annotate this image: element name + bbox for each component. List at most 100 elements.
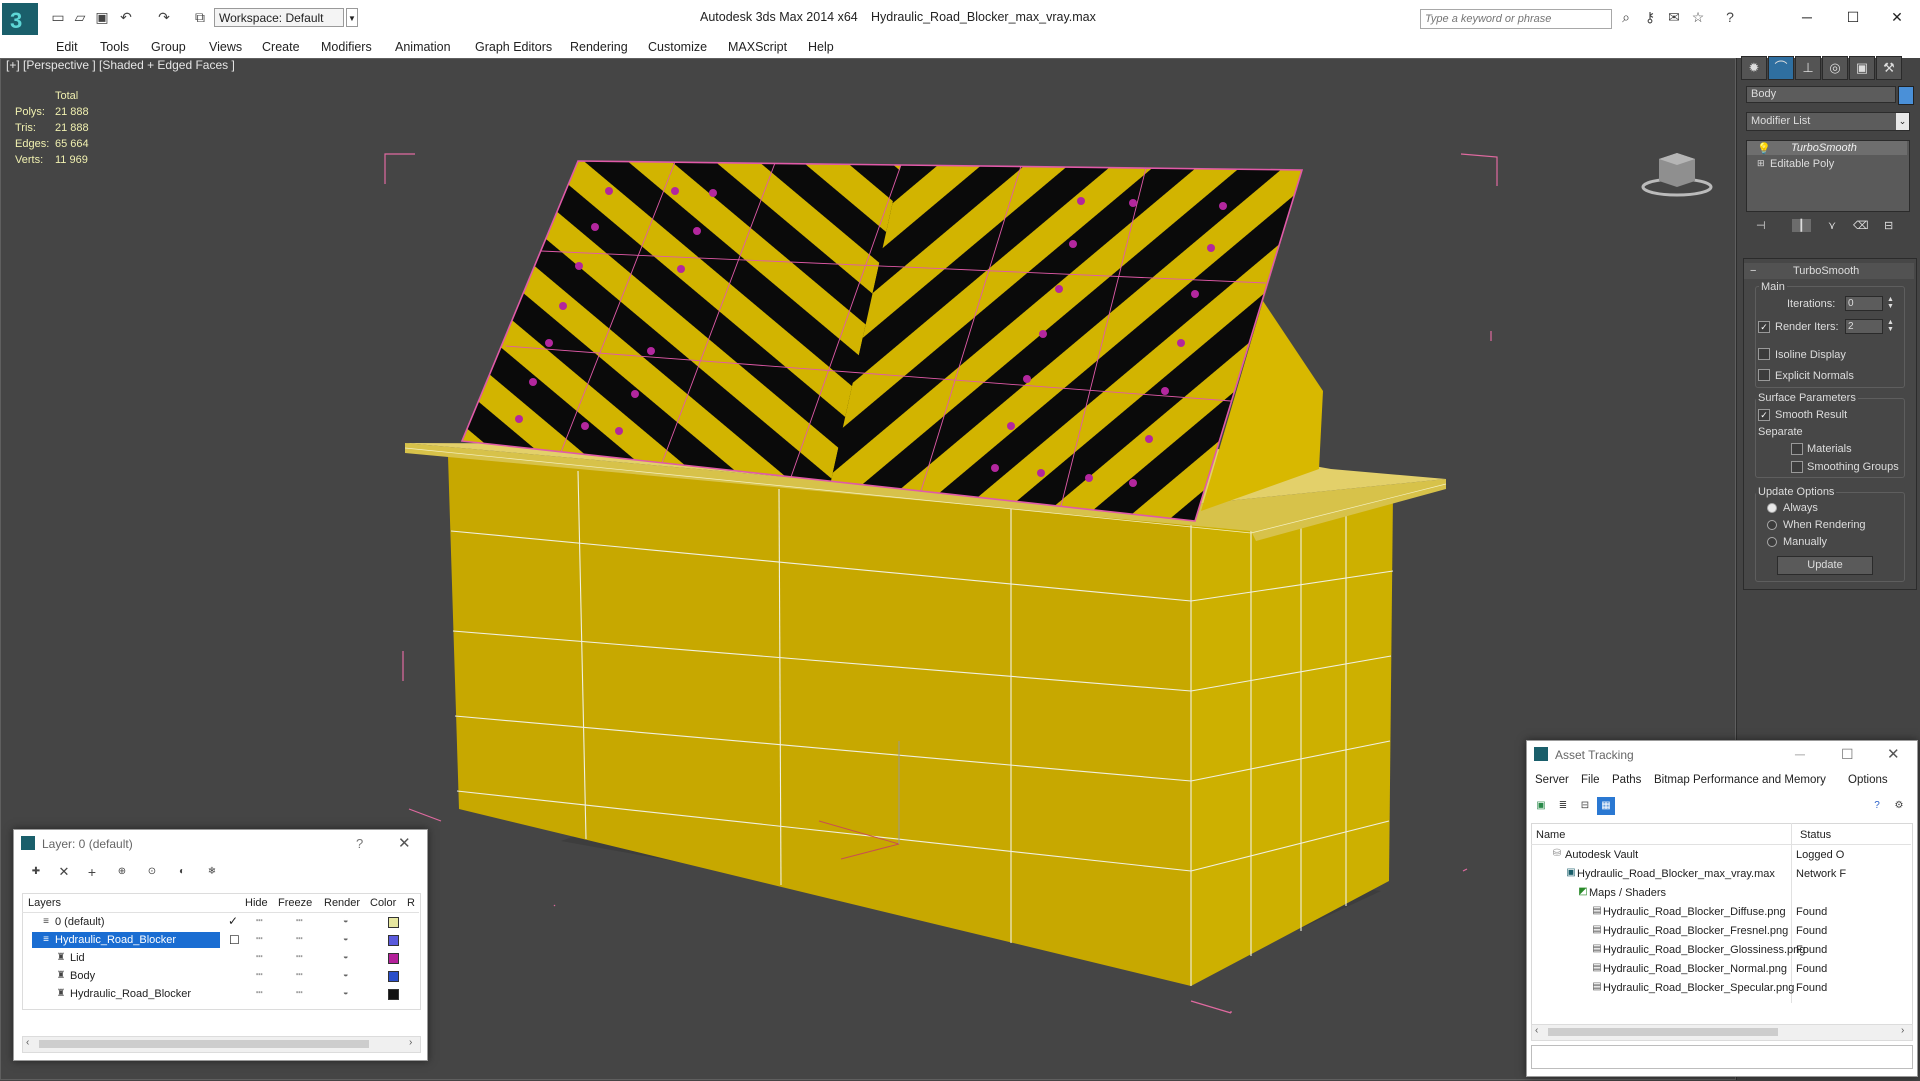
create-layer-icon[interactable]: ✚ — [30, 866, 42, 878]
infocenter-binoculars-icon[interactable]: ⌕ — [1618, 9, 1634, 25]
hide-toggle[interactable]: ┅ — [256, 914, 263, 927]
hide-toggle[interactable]: ┅ — [256, 932, 263, 945]
iterations-spin-arrows-icon[interactable]: ▲ ▼ — [1887, 296, 1894, 310]
asset-row[interactable]: ⛁ Autodesk Vault Logged O — [1531, 845, 1911, 864]
freeze-toggle[interactable]: ┅ — [296, 968, 303, 981]
hide-all-layers-icon[interactable]: ◐ — [176, 866, 188, 878]
freeze-toggle[interactable]: ┅ — [296, 986, 303, 999]
motion-tab-icon[interactable]: ◎ — [1822, 56, 1848, 80]
minimize-button[interactable]: ─ — [1784, 4, 1830, 30]
stack-item-turbosmooth[interactable]: TurboSmooth — [1791, 142, 1857, 154]
configure-sets-icon[interactable]: ⊟ — [1884, 219, 1893, 232]
hide-toggle[interactable]: ┅ — [256, 950, 263, 963]
menu-views[interactable]: Views — [209, 40, 242, 54]
render-teapot-icon[interactable]: ◒ — [343, 933, 348, 943]
col-hide[interactable]: Hide — [245, 897, 268, 909]
smoothing-groups-checkbox[interactable] — [1791, 461, 1803, 473]
asset-menu-file[interactable]: File — [1581, 774, 1600, 786]
app-logo-icon[interactable]: 3 — [2, 3, 38, 35]
col-render[interactable]: Render — [324, 897, 360, 909]
always-radio[interactable] — [1767, 503, 1777, 513]
pin-stack-icon[interactable]: ⊣ — [1756, 219, 1766, 232]
modifier-list-dropdown[interactable]: Modifier List — [1746, 112, 1910, 131]
modify-tab-icon[interactable]: ⌒ — [1768, 56, 1794, 80]
layer-color-swatch[interactable] — [388, 953, 399, 964]
light-bulb-icon[interactable]: 💡 — [1757, 142, 1771, 155]
menu-customize[interactable]: Customize — [648, 40, 707, 54]
rollout-collapse-icon[interactable]: − — [1750, 265, 1756, 277]
col-layers[interactable]: Layers — [28, 897, 61, 909]
asset-path-field[interactable] — [1531, 1045, 1913, 1069]
update-button[interactable]: Update — [1777, 556, 1873, 575]
asset-row[interactable]: ▤ Hydraulic_Road_Blocker_Diffuse.png Fou… — [1531, 902, 1911, 921]
menu-tools[interactable]: Tools — [100, 40, 129, 54]
create-tab-icon[interactable]: ✹ — [1741, 56, 1767, 80]
menu-group[interactable]: Group — [151, 40, 186, 54]
layer-close-button[interactable]: ✕ — [398, 834, 411, 852]
utilities-tab-icon[interactable]: ⚒ — [1876, 56, 1902, 80]
when-rendering-radio[interactable] — [1767, 520, 1777, 530]
menu-animation[interactable]: Animation — [395, 40, 451, 54]
asset-menu-options[interactable]: Options — [1848, 774, 1888, 786]
asset-close-button[interactable]: ✕ — [1887, 745, 1900, 763]
freeze-toggle[interactable]: ┅ — [296, 914, 303, 927]
hierarchy-tab-icon[interactable]: ⊥ — [1795, 56, 1821, 80]
show-end-result-icon[interactable]: ┃ — [1792, 219, 1811, 232]
render-teapot-icon[interactable]: ◒ — [343, 987, 348, 997]
asset-row[interactable]: ▤ Hydraulic_Road_Blocker_Glossiness.png … — [1531, 940, 1911, 959]
scroll-right-icon[interactable]: › — [409, 1037, 412, 1048]
viewport-label[interactable]: [+] [Perspective ] [Shaded + Edged Faces… — [6, 58, 235, 72]
asset-help-icon[interactable]: ? — [1871, 800, 1883, 812]
explicit-normals-checkbox[interactable] — [1758, 369, 1770, 381]
project-folder-icon[interactable]: ⧉ — [192, 9, 208, 25]
asset-menu-server[interactable]: Server — [1535, 774, 1569, 786]
select-in-layer-icon[interactable]: ⊕ — [116, 866, 128, 878]
asset-row[interactable]: ◩ Maps / Shaders — [1531, 883, 1911, 902]
open-file-icon[interactable]: ▱ — [72, 9, 88, 25]
layer-row[interactable]: ≡ 0 (default) ✓ ┅ ┅ ◒ — [22, 913, 419, 931]
asset-maximize-button[interactable]: ☐ — [1841, 746, 1854, 763]
stack-item-editable-poly[interactable]: Editable Poly — [1770, 158, 1834, 170]
render-teapot-icon[interactable]: ◒ — [343, 915, 348, 925]
display-tab-icon[interactable]: ▣ — [1849, 56, 1875, 80]
active-layer-check-icon[interactable]: ✓ — [228, 914, 238, 928]
maximize-button[interactable]: ☐ — [1830, 4, 1876, 30]
col-r[interactable]: R — [407, 897, 415, 909]
undo-icon[interactable]: ↶ — [118, 9, 134, 25]
delete-layer-icon[interactable]: ✕ — [58, 865, 70, 878]
menu-modifiers[interactable]: Modifiers — [321, 40, 372, 54]
render-teapot-icon[interactable]: ◒ — [343, 969, 348, 979]
asset-row[interactable]: ▤ Hydraulic_Road_Blocker_Normal.png Foun… — [1531, 959, 1911, 978]
menu-rendering[interactable]: Rendering — [570, 40, 628, 54]
layer-scroll-thumb[interactable] — [39, 1040, 369, 1048]
workspace-dropdown[interactable]: Workspace: Default — [214, 8, 344, 27]
subscription-key-icon[interactable]: ⚷ — [1642, 9, 1658, 25]
col-status[interactable]: Status — [1800, 829, 1831, 841]
layer-row[interactable]: ♜ Hydraulic_Road_Blocker ┅ ┅ ◒ — [22, 985, 419, 1003]
menu-edit[interactable]: Edit — [56, 40, 78, 54]
render-iters-spin-arrows-icon[interactable]: ▲ ▼ — [1887, 319, 1894, 333]
hide-toggle[interactable]: ┅ — [256, 986, 263, 999]
new-file-icon[interactable]: ▭ — [50, 9, 66, 25]
layer-window-titlebar[interactable]: Layer: 0 (default) ? ✕ — [14, 830, 427, 858]
add-to-layer-icon[interactable]: + — [86, 865, 98, 879]
layer-color-swatch[interactable] — [388, 989, 399, 1000]
make-unique-icon[interactable]: ⋎ — [1828, 219, 1836, 232]
freeze-toggle[interactable]: ┅ — [296, 950, 303, 963]
active-layer-box-icon[interactable]: ☐ — [229, 933, 240, 947]
layer-help-button[interactable]: ? — [356, 836, 363, 851]
materials-checkbox[interactable] — [1791, 443, 1803, 455]
asset-row[interactable]: ▣ Hydraulic_Road_Blocker_max_vray.max Ne… — [1531, 864, 1911, 883]
help-icon[interactable]: ? — [1722, 9, 1738, 25]
save-file-icon[interactable]: ▣ — [94, 9, 110, 25]
render-iters-spinner[interactable]: 2 — [1845, 319, 1883, 334]
asset-scroll-thumb[interactable] — [1548, 1028, 1778, 1036]
asset-scroll-right-icon[interactable]: › — [1901, 1025, 1904, 1036]
col-freeze[interactable]: Freeze — [278, 897, 312, 909]
layer-row[interactable]: ≡ Hydraulic_Road_Blocker ☐ ┅ ┅ ◒ — [22, 931, 419, 949]
asset-hscrollbar[interactable]: ‹ › — [1531, 1024, 1913, 1041]
render-iters-checkbox[interactable]: ✓ — [1758, 321, 1770, 333]
asset-menu-bitmap[interactable]: Bitmap Performance and Memory — [1654, 774, 1826, 786]
expand-plus-icon[interactable]: ⊞ — [1757, 158, 1765, 169]
redo-icon[interactable]: ↷ — [156, 9, 172, 25]
